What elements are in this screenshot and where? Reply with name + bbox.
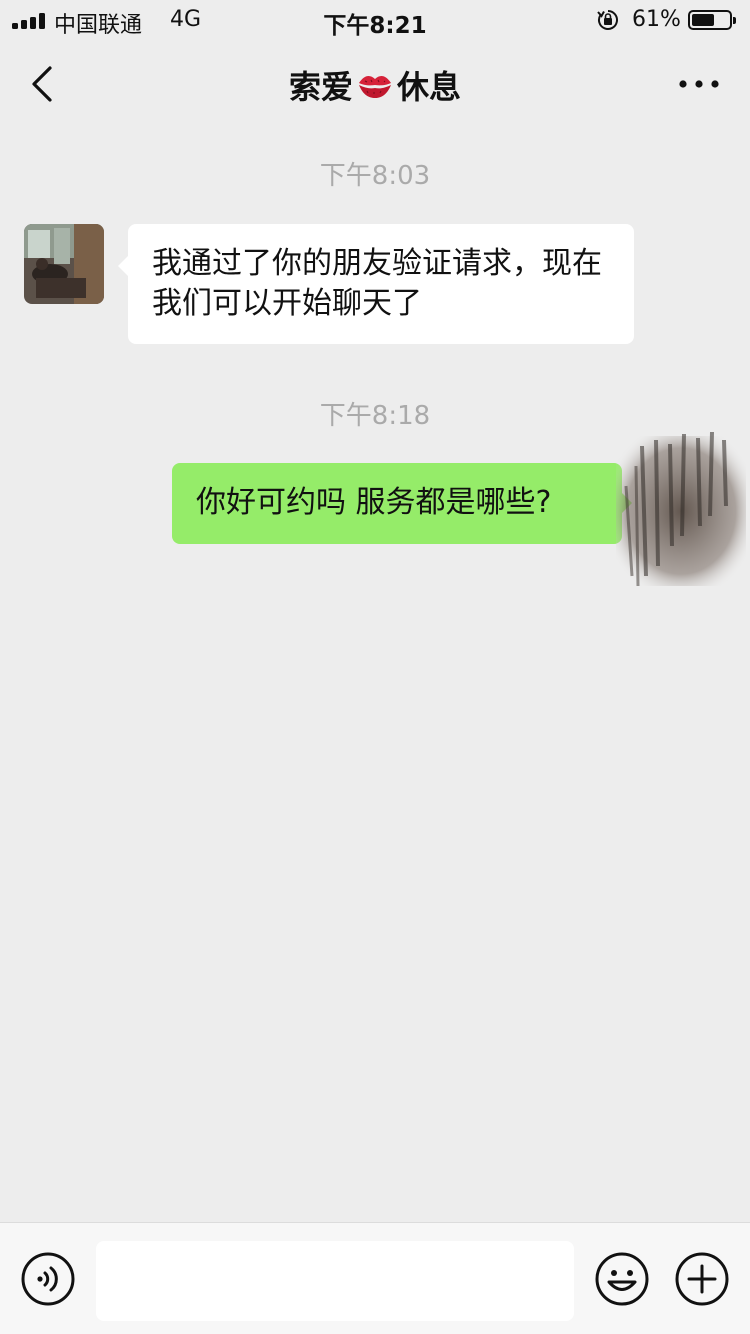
outgoing-message-bubble[interactable]: 你好可约吗 服务都是哪些? [172,463,632,544]
chat-title: 索爱 休息 [0,62,750,108]
battery-fill [692,14,714,26]
emoji-icon[interactable] [594,1251,650,1307]
timestamp-1: 下午8:03 [319,161,431,191]
status-bar: 中国联通 4G 下午8:21 61% [0,0,750,40]
chat-title-left: 索爱 [288,68,353,106]
input-bar [0,1222,750,1334]
battery-icon [688,10,736,30]
battery-percent: 61% [632,7,681,32]
lips-icon [359,75,391,98]
user-avatar[interactable] [612,426,750,596]
message-input[interactable] [96,1241,574,1321]
voice-icon[interactable] [20,1251,76,1307]
chat-title-right: 休息 [397,68,462,106]
incoming-message-bubble[interactable]: 我通过了你的朋友验证请求，现在我们可以开始聊天了 [118,224,634,344]
orientation-lock-icon [597,10,618,30]
contact-avatar[interactable] [24,224,104,304]
chat-screen: 中国联通 4G 下午8:21 61% 索爱 休息 下午8:03 我通过了你的朋友… [0,0,750,1334]
nav-bar: 索爱 休息 [0,40,750,130]
plus-icon[interactable] [674,1251,730,1307]
more-dots-icon[interactable] [674,66,724,102]
